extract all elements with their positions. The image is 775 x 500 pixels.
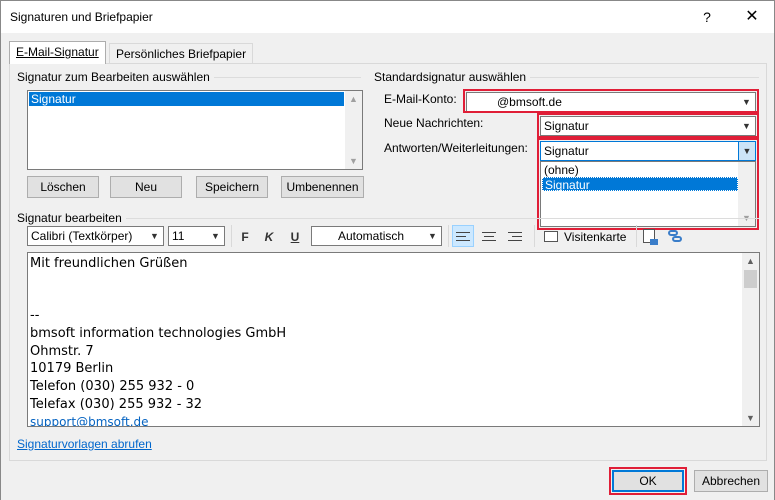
- new-messages-select[interactable]: Signatur ▼: [540, 116, 756, 136]
- align-left-button[interactable]: [452, 225, 474, 247]
- chevron-down-icon[interactable]: ▼: [146, 227, 163, 245]
- underline-button[interactable]: U: [284, 226, 306, 248]
- insert-hyperlink-button[interactable]: [666, 227, 686, 247]
- chevron-down-icon[interactable]: ▼: [738, 142, 755, 160]
- font-value: Calibri (Textkörper): [31, 229, 133, 243]
- default-signature-heading: Standardsignatur auswählen: [374, 70, 531, 84]
- italic-button[interactable]: K: [258, 226, 280, 248]
- email-account-value: @bmsoft.de: [497, 95, 562, 109]
- delete-button[interactable]: Löschen: [27, 176, 99, 198]
- tab-email-signature[interactable]: E-Mail-Signatur: [9, 41, 106, 64]
- editor-scrollbar[interactable]: ▲ ▼: [742, 253, 759, 426]
- editor-line: 10179 Berlin: [30, 361, 114, 376]
- email-account-label: E-Mail-Konto:: [384, 92, 457, 106]
- business-card-button[interactable]: Visitenkarte: [542, 226, 634, 248]
- tab-personal-stationery[interactable]: Persönliches Briefpapier: [109, 43, 254, 63]
- edit-signature-heading: Signatur bearbeiten: [17, 211, 126, 225]
- business-card-label: Visitenkarte: [564, 230, 627, 244]
- ok-button[interactable]: OK: [612, 470, 684, 492]
- scroll-up-icon[interactable]: ▲: [345, 91, 362, 107]
- signature-list-scrollbar[interactable]: ▲ ▼: [345, 91, 362, 169]
- new-messages-label: Neue Nachrichten:: [384, 116, 484, 130]
- align-right-button[interactable]: [504, 225, 526, 247]
- scroll-up-icon[interactable]: ▲: [742, 253, 759, 269]
- editor-line: --: [30, 308, 40, 323]
- rename-button[interactable]: Umbenennen: [281, 176, 364, 198]
- toolbar-divider: [534, 225, 535, 247]
- section-divider: [17, 218, 759, 219]
- select-signature-heading: Signatur zum Bearbeiten auswählen: [17, 70, 214, 84]
- business-card-icon: [544, 231, 558, 242]
- save-button[interactable]: Speichern: [196, 176, 268, 198]
- dropdown-scrollbar[interactable]: ▼: [738, 162, 755, 226]
- toolbar-divider: [231, 225, 232, 247]
- replies-label: Antworten/Weiterleitungen:: [384, 141, 528, 155]
- signature-editor[interactable]: Mit freundlichen Grüßen -- bmsoft inform…: [27, 252, 760, 427]
- toolbar-divider: [636, 225, 637, 247]
- signature-list[interactable]: Signatur ▲ ▼: [27, 90, 363, 170]
- editor-email-link[interactable]: support@bmsoft.de: [30, 415, 149, 426]
- font-size-select[interactable]: 11 ▼: [168, 226, 225, 246]
- signature-templates-link[interactable]: Signaturvorlagen abrufen: [17, 437, 152, 451]
- dropdown-option[interactable]: (ohne): [542, 163, 738, 177]
- help-button[interactable]: ?: [691, 1, 723, 33]
- font-color-select[interactable]: Automatisch ▼: [311, 226, 442, 246]
- scroll-down-icon[interactable]: ▼: [345, 153, 362, 169]
- list-item[interactable]: Signatur: [29, 92, 344, 106]
- editor-line: Mit freundlichen Grüßen: [30, 256, 188, 271]
- scroll-down-icon[interactable]: ▼: [742, 410, 759, 426]
- align-center-button[interactable]: [478, 225, 500, 247]
- window-title: Signaturen und Briefpapier: [10, 10, 153, 24]
- close-button[interactable]: ✕: [736, 1, 768, 33]
- chevron-down-icon[interactable]: ▼: [207, 227, 224, 245]
- chevron-down-icon[interactable]: ▼: [738, 117, 755, 135]
- font-size-value: 11: [172, 229, 185, 243]
- insert-picture-button[interactable]: [642, 227, 660, 247]
- new-button[interactable]: Neu: [110, 176, 182, 198]
- cancel-button[interactable]: Abbrechen: [694, 470, 768, 492]
- replies-value: Signatur: [544, 144, 589, 158]
- dropdown-option[interactable]: Signatur: [542, 177, 738, 192]
- scroll-thumb[interactable]: [744, 270, 757, 288]
- chevron-down-icon[interactable]: ▼: [738, 93, 755, 111]
- chevron-down-icon[interactable]: ▼: [424, 227, 441, 245]
- editor-line: bmsoft information technologies GmbH: [30, 326, 287, 341]
- title-bar: Signaturen und Briefpapier ? ✕: [1, 1, 774, 33]
- signatures-dialog: Signaturen und Briefpapier ? ✕ E-Mail-Si…: [0, 0, 775, 500]
- toolbar-divider: [448, 225, 449, 247]
- font-select[interactable]: Calibri (Textkörper) ▼: [27, 226, 164, 246]
- editor-line: Telefax (030) 255 932 - 32: [30, 397, 203, 412]
- font-color-value: Automatisch: [338, 229, 405, 243]
- email-account-select[interactable]: @bmsoft.de ▼: [466, 92, 756, 112]
- replies-select[interactable]: Signatur ▼: [540, 141, 756, 161]
- bold-button[interactable]: F: [234, 226, 256, 248]
- new-messages-value: Signatur: [544, 119, 589, 133]
- editor-line: Telefon (030) 255 932 - 0: [30, 379, 195, 394]
- editor-line: Ohmstr. 7: [30, 344, 94, 359]
